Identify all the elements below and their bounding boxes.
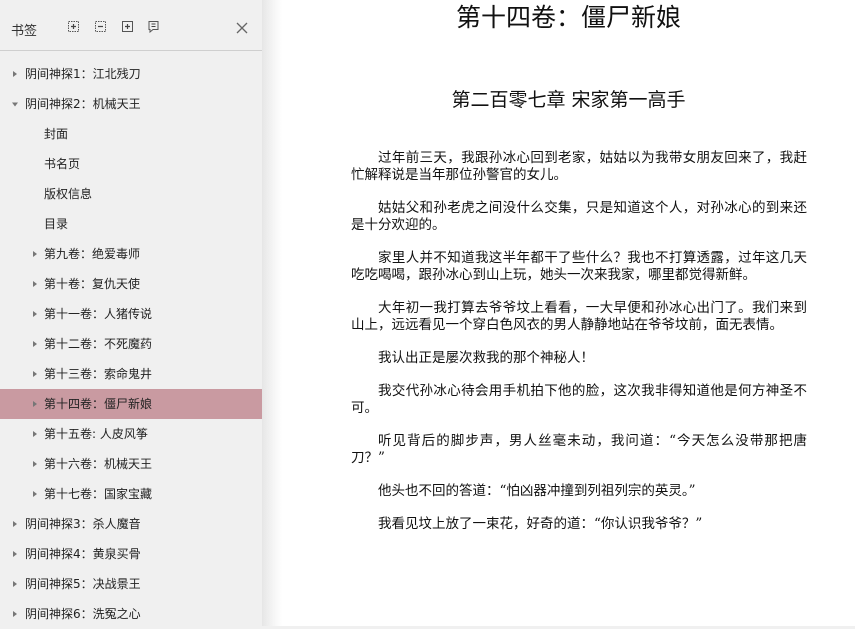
chevron-right-icon[interactable] [31,269,41,299]
chapter-body: 过年前三天，我跟孙冰心回到老家，姑姑以为我带女朋友回来了，我赶忙解释说是当年那位… [351,150,807,549]
chevron-right-icon[interactable] [11,599,21,629]
bookmark-item[interactable]: 版权信息 [0,179,262,209]
bookmark-item[interactable]: 第十二卷：不死魔药 [0,329,262,359]
bookmark-options-icon[interactable] [147,20,160,33]
bookmark-tree: 阴间神探1：江北残刀 阴间神探2：机械天王封面书名页版权信息目录第九卷：绝爱毒师第… [0,59,262,629]
bookmark-item[interactable]: 第十七卷：国家宝藏 [0,479,262,509]
collapse-all-icon[interactable] [94,20,107,33]
paragraph: 听见背后的脚步声，男人丝毫未动，我问道：“今天怎么没带那把唐刀？” [351,433,807,466]
document-page: 第十四卷：僵尸新娘 第二百零七章 宋家第一高手 过年前三天，我跟孙冰心回到老家，… [282,0,855,626]
chevron-right-icon[interactable] [11,509,21,539]
paragraph: 他头也不回的答道：“怕凶器冲撞到列祖列宗的英灵。” [378,483,696,499]
chapter-title: 第二百零七章 宋家第一高手 [451,89,686,111]
chevron-right-icon[interactable] [31,239,41,269]
bookmark-label: 书名页 [44,157,81,171]
add-bookmark-icon[interactable] [121,20,134,33]
paragraph: 大年初一我打算去爷爷坟上看看，一大早便和孙冰心出门了。我们来到山上，远远看见一个… [351,300,807,333]
paragraph: 过年前三天，我跟孙冰心回到老家，姑姑以为我带女朋友回来了，我赶忙解释说是当年那位… [351,150,807,183]
paragraph: 我看见坟上放了一束花，好奇的道：“你认识我爷爷？” [378,516,703,532]
volume-title: 第十四卷：僵尸新娘 [455,3,681,32]
bookmark-label: 第十七卷：国家宝藏 [44,487,153,501]
bookmark-label: 第十四卷：僵尸新娘 [44,397,153,411]
bookmark-item-selected[interactable]: 第十四卷：僵尸新娘 [0,389,262,419]
bookmark-label: 第九卷：绝爱毒师 [44,247,141,261]
chevron-right-icon[interactable] [31,449,41,479]
sidebar-header: 书签 [0,0,262,51]
bookmark-sidebar: 书签 阴间神探1：江北残刀 阴间神探2：机械天王封面书名页版权信息目录第九卷：绝爱… [0,0,262,626]
bookmark-label: 版权信息 [44,187,93,201]
bookmark-item[interactable]: 阴间神探6：洗冤之心 [0,599,262,629]
bookmark-label: 目录 [44,217,69,231]
chevron-right-icon[interactable] [31,329,41,359]
bookmark-label: 阴间神探5：决战景王 [25,577,141,591]
chevron-right-icon[interactable] [31,299,41,329]
bookmark-label: 阴间神探2：机械天王 [25,97,141,111]
bookmark-label: 第十三卷：索命鬼井 [44,367,153,381]
paragraph: 姑姑父和孙老虎之间没什么交集，只是知道这个人，对孙冰心的到来还是十分欢迎的。 [351,200,807,233]
bookmark-label: 第十二卷：不死魔药 [44,337,153,351]
bookmark-label: 第十六卷：机械天王 [44,457,153,471]
bookmark-item[interactable]: 阴间神探4：黄泉买骨 [0,539,262,569]
bookmark-label: 第十五卷: 人皮风筝 [44,427,148,441]
bookmark-item[interactable]: 书名页 [0,149,262,179]
chevron-right-icon[interactable] [11,539,21,569]
paragraph: 我交代孙冰心待会用手机拍下他的脸，这次我非得知道他是何方神圣不可。 [351,383,807,416]
bookmark-item[interactable]: 第九卷：绝爱毒师 [0,239,262,269]
bookmark-item[interactable]: 目录 [0,209,262,239]
bookmark-label: 第十卷：复仇天使 [44,277,141,291]
bookmark-label: 阴间神探1：江北残刀 [25,67,141,81]
bookmark-item[interactable]: 第十一卷：人猪传说 [0,299,262,329]
chevron-right-icon[interactable] [31,359,41,389]
chevron-right-icon[interactable] [11,59,21,89]
bookmark-item[interactable]: 封面 [0,119,262,149]
chevron-right-icon[interactable] [31,479,41,509]
chevron-right-icon[interactable] [31,389,41,419]
bookmark-item[interactable]: 阴间神探3：杀人魔音 [0,509,262,539]
expand-all-icon[interactable] [67,20,80,33]
paragraph: 家里人并不知道我这半年都干了些什么？我也不打算透露，过年这几天吃吃喝喝，跟孙冰心… [351,250,807,283]
bookmark-item[interactable]: 第十五卷: 人皮风筝 [0,419,262,449]
bookmark-label: 阴间神探3：杀人魔音 [25,517,141,531]
sidebar-title: 书签 [11,24,38,39]
chevron-right-icon[interactable] [31,419,41,449]
bookmark-label: 封面 [44,127,69,141]
sidebar-divider[interactable] [262,0,282,626]
chevron-down-icon[interactable] [11,89,21,119]
close-icon[interactable] [235,20,249,34]
bookmark-label: 第十一卷：人猪传说 [44,307,153,321]
bookmark-item[interactable]: 阴间神探5：决战景王 [0,569,262,599]
bookmark-label: 阴间神探6：洗冤之心 [25,607,141,621]
bookmark-item[interactable]: 第十卷：复仇天使 [0,269,262,299]
bookmark-item[interactable]: 阴间神探1：江北残刀 [0,59,262,89]
bookmark-item[interactable]: 阴间神探2：机械天王 [0,89,262,119]
paragraph: 我认出正是屡次救我的那个神秘人！ [378,350,594,366]
chevron-right-icon[interactable] [11,569,21,599]
bookmark-item[interactable]: 第十六卷：机械天王 [0,449,262,479]
bookmark-item[interactable]: 第十三卷：索命鬼井 [0,359,262,389]
bookmark-label: 阴间神探4：黄泉买骨 [25,547,141,561]
